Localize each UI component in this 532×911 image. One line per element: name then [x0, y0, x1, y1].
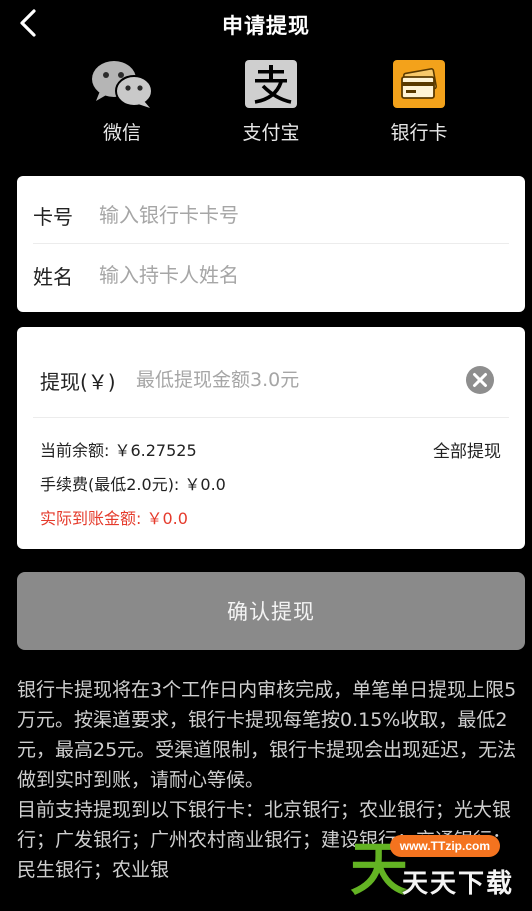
- note-paragraph: 银行卡提现将在3个工作日内审核完成，单笔单日提现上限5万元。按渠道要求，银行卡提…: [17, 679, 517, 791]
- clear-icon[interactable]: [465, 365, 495, 395]
- method-label: 微信: [102, 122, 141, 144]
- method-label: 支付宝: [242, 122, 300, 144]
- method-bank-card[interactable]: 银行卡: [359, 58, 479, 145]
- amount-row: 提现(￥): [40, 357, 509, 403]
- bank-card-icon: [393, 60, 445, 108]
- alipay-icon: [245, 60, 297, 108]
- method-alipay[interactable]: 支付宝: [211, 58, 331, 145]
- name-label: 姓名: [33, 264, 73, 289]
- amount-input[interactable]: [136, 369, 465, 391]
- watermark-url: www.TTzip.com: [389, 835, 500, 857]
- fee-text: 手续费(最低2.0元): ￥0.0: [40, 475, 226, 494]
- card-number-input[interactable]: [99, 203, 509, 227]
- bank-card-form: 卡号 姓名: [17, 176, 525, 312]
- divider: [33, 243, 509, 244]
- confirm-withdraw-button[interactable]: 确认提现: [17, 572, 525, 650]
- wechat-icon: [92, 61, 153, 108]
- page-title: 申请提现: [222, 14, 310, 38]
- cardholder-name-input[interactable]: [99, 263, 509, 287]
- method-wechat[interactable]: 微信: [62, 58, 182, 145]
- amount-label: 提现(￥): [40, 369, 116, 394]
- divider: [33, 417, 509, 418]
- amount-form: 提现(￥) 当前余额: ￥6.27525 全部提现 手续费(最低2.0元): ￥…: [17, 327, 525, 549]
- method-label: 银行卡: [390, 122, 448, 144]
- watermark-text: 天天下载: [401, 869, 514, 899]
- name-row: 姓名: [33, 247, 509, 303]
- card-number-label: 卡号: [33, 204, 73, 229]
- card-number-row: 卡号: [33, 187, 509, 243]
- withdraw-methods: 微信 支付宝 银行卡: [0, 58, 532, 148]
- withdraw-all-button[interactable]: 全部提现: [433, 437, 501, 462]
- actual-amount-text: 实际到账金额: ￥0.0: [40, 509, 188, 528]
- watermark: 天 www.TTzip.com 天天下载: [348, 835, 518, 899]
- balance-text: 当前余额: ￥6.27525: [40, 441, 197, 460]
- header: 申请提现: [0, 0, 532, 46]
